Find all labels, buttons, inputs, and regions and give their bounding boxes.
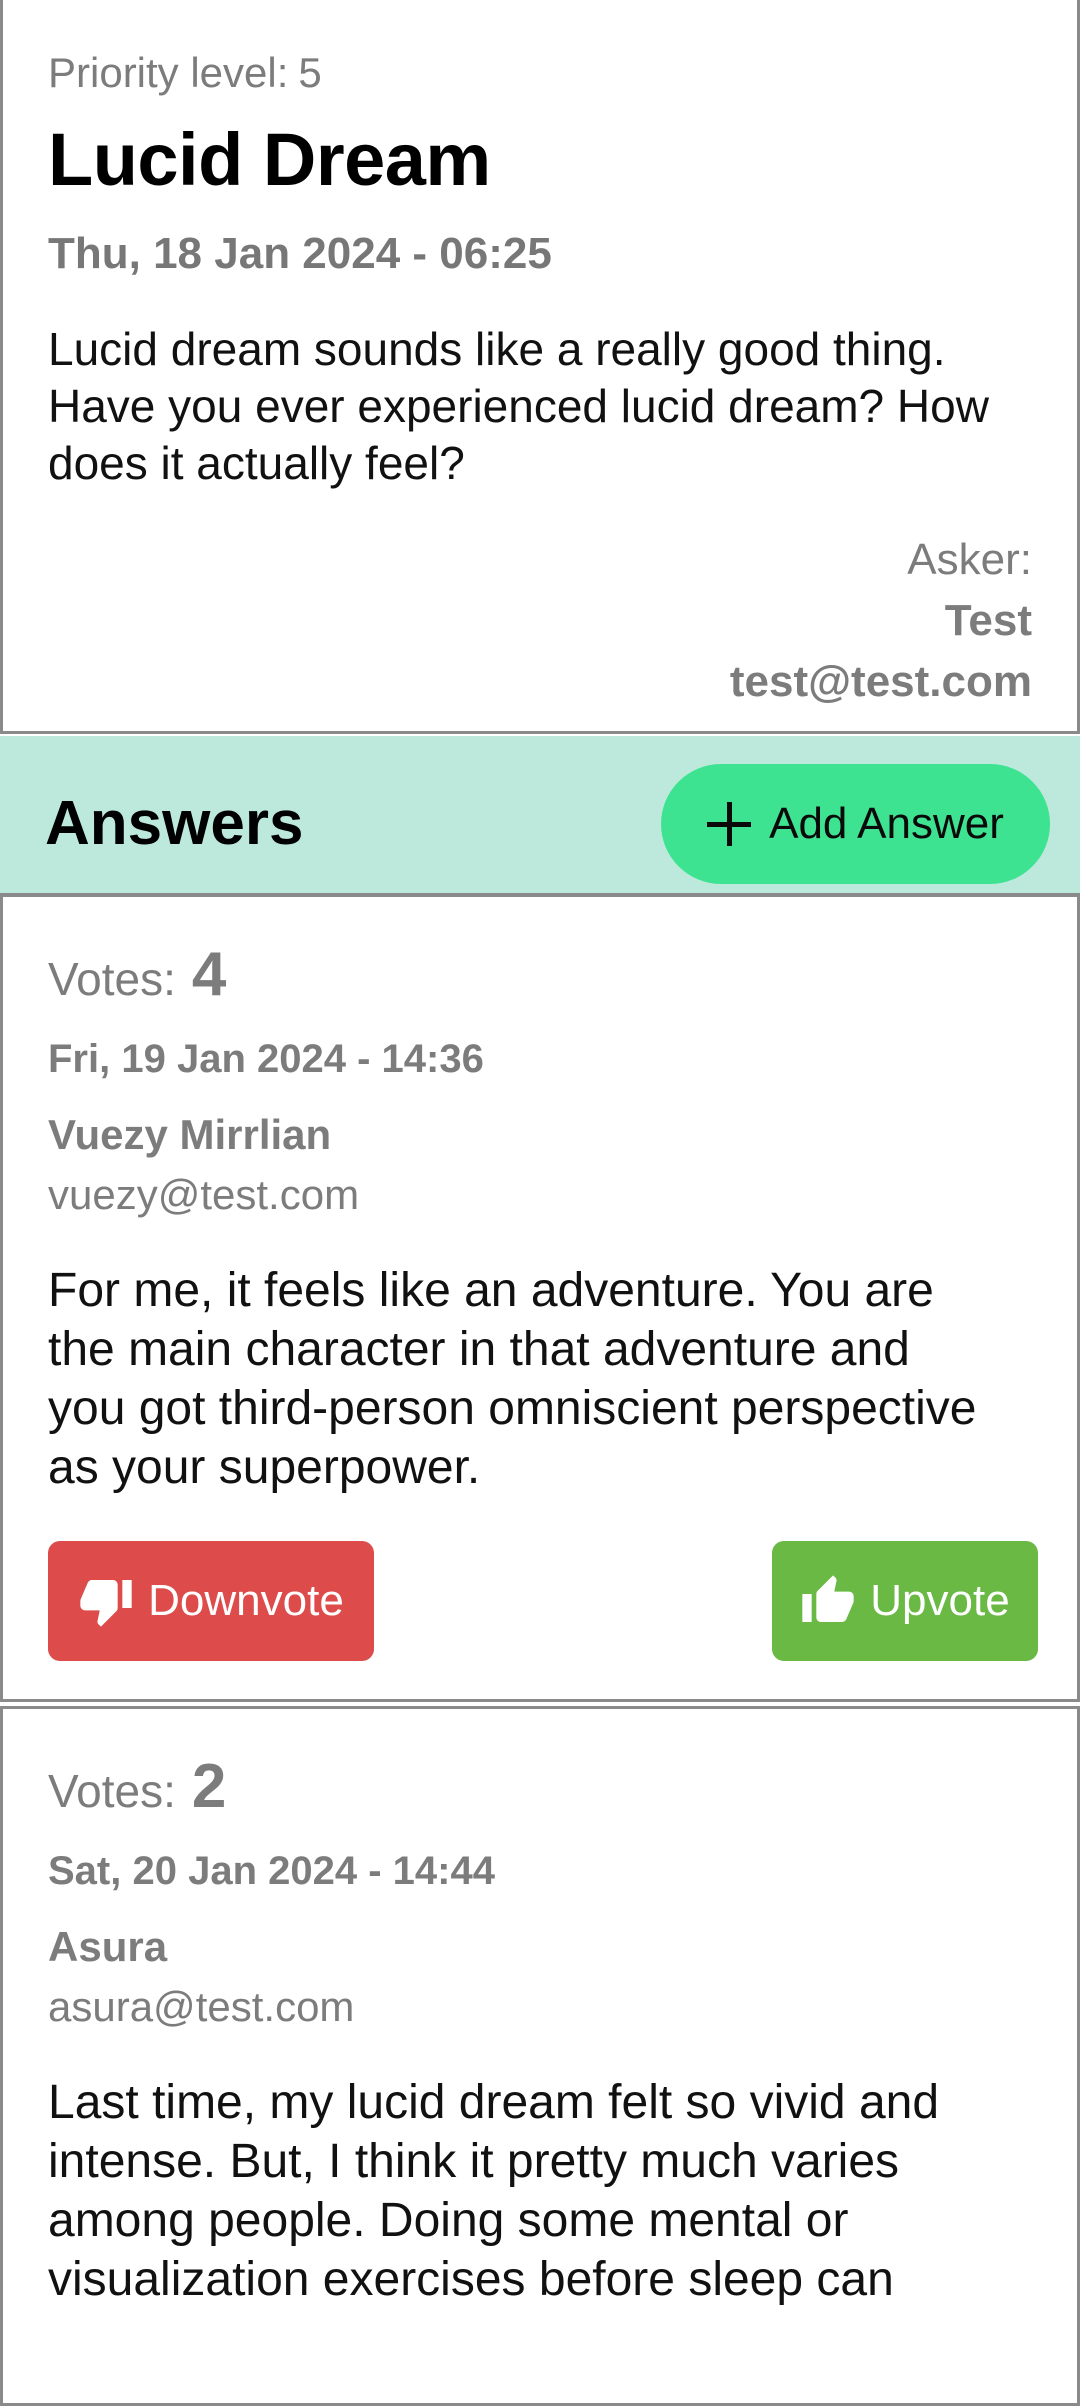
- downvote-button[interactable]: Downvote: [48, 1541, 374, 1661]
- answer-votes: Votes: 4: [48, 939, 226, 1010]
- answer-votes: Votes: 2: [48, 1751, 226, 1822]
- votes-label: Votes:: [48, 953, 176, 1005]
- upvote-button[interactable]: Upvote: [772, 1541, 1038, 1661]
- upvote-label: Upvote: [870, 1576, 1010, 1625]
- votes-count: 4: [191, 940, 227, 1009]
- answer-date: Sat, 20 Jan 2024 - 14:44: [48, 1849, 495, 1893]
- answer-email: vuezy@test.com: [48, 1171, 360, 1218]
- answer-date: Fri, 19 Jan 2024 - 14:36: [48, 1037, 484, 1081]
- answer-author: Vuezy Mirrlian: [48, 1111, 332, 1158]
- thumbs-up-icon: [802, 1575, 854, 1622]
- question-body: Lucid dream sounds like a really good th…: [48, 323, 989, 489]
- plus-icon: [707, 802, 752, 846]
- downvote-label: Downvote: [148, 1576, 344, 1625]
- answers-header: Answers Add Answer: [0, 736, 1080, 896]
- asker-info: Asker: Test test@test.com: [730, 529, 1032, 712]
- question-card: Priority level: 5 Lucid Dream Thu, 18 Jan…: [0, 0, 1080, 734]
- question-title: Lucid Dream: [48, 118, 491, 201]
- votes-label: Votes:: [48, 1765, 176, 1817]
- asker-label: Asker:: [907, 535, 1032, 584]
- priority-value: 5: [298, 49, 322, 96]
- answer-email: asura@test.com: [48, 1983, 355, 2030]
- votes-count: 2: [191, 1752, 227, 1821]
- question-date: Thu, 18 Jan 2024 - 06:25: [48, 229, 552, 278]
- add-answer-button[interactable]: Add Answer: [661, 764, 1050, 884]
- answer-body: For me, it feels like an adventure. You …: [48, 1264, 977, 1494]
- answer-card: Votes: 2 Sat, 20 Jan 2024 - 14:44 Asura …: [0, 1706, 1080, 2406]
- thumbs-down-icon: [80, 1580, 132, 1627]
- priority-label: Priority level:: [48, 49, 289, 96]
- add-answer-label: Add Answer: [769, 799, 1004, 848]
- answers-title: Answers: [45, 789, 304, 858]
- answer-card: Votes: 4 Fri, 19 Jan 2024 - 14:36 Vuezy …: [0, 894, 1080, 1702]
- answer-body: Last time, my lucid dream felt so vivid …: [48, 2076, 940, 2306]
- answer-author: Asura: [48, 1923, 168, 1970]
- asker-email: test@test.com: [729, 657, 1032, 706]
- asker-name: Test: [944, 596, 1032, 645]
- priority-level: Priority level: 5: [48, 49, 322, 97]
